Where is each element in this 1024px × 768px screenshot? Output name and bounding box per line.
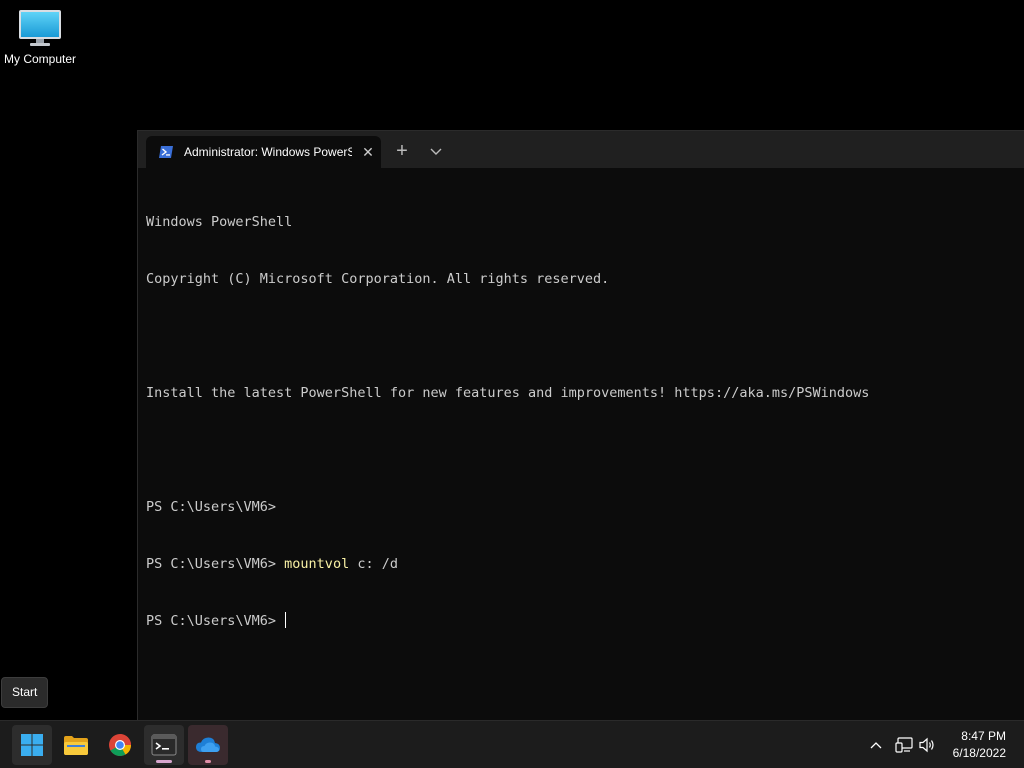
desktop-icon-my-computer[interactable]: My Computer	[0, 8, 80, 66]
terminal-window[interactable]: Administrator: Windows PowerShell ✕ + Wi…	[137, 130, 1024, 720]
tray-network-button[interactable]	[892, 721, 916, 768]
taskbar-chrome[interactable]	[100, 725, 140, 765]
cloud-icon	[196, 737, 220, 752]
tab-powershell[interactable]: Administrator: Windows PowerShell ✕	[146, 136, 381, 168]
chevron-down-icon	[430, 148, 442, 155]
console-input-line[interactable]: PS C:\Users\VM6>	[146, 612, 1016, 631]
tab-dropdown-button[interactable]	[424, 140, 448, 164]
active-indicator	[156, 760, 172, 763]
running-indicator	[205, 760, 211, 763]
new-tab-button[interactable]: +	[390, 140, 414, 164]
desktop: My Computer Administrator: Windows Power…	[0, 0, 1024, 768]
start-tooltip: Start	[1, 677, 49, 708]
taskbar: 8:47 PM 6/18/2022	[0, 720, 1024, 768]
text-cursor	[285, 612, 287, 628]
chrome-icon	[109, 734, 131, 756]
volume-icon	[919, 737, 934, 753]
console-line: Copyright (C) Microsoft Corporation. All…	[146, 271, 610, 287]
prompt: PS C:\Users\VM6>	[146, 613, 285, 629]
tray-overflow-button[interactable]	[864, 721, 888, 768]
clock-date: 6/18/2022	[952, 746, 1006, 760]
command-name: mountvol	[284, 556, 350, 572]
network-icon	[895, 737, 913, 753]
console-output[interactable]: Windows PowerShell Copyright (C) Microso…	[146, 175, 1016, 712]
close-icon[interactable]: ✕	[358, 144, 378, 161]
chevron-up-icon	[870, 742, 882, 749]
folder-icon	[64, 736, 88, 755]
start-button[interactable]	[12, 725, 52, 765]
powershell-icon	[159, 146, 173, 158]
tray-volume-button[interactable]	[916, 721, 940, 768]
console-line: Windows PowerShell	[146, 214, 293, 230]
taskbar-onedrive[interactable]	[188, 725, 228, 765]
console-line: Install the latest PowerShell for new fe…	[146, 385, 870, 401]
taskbar-file-explorer[interactable]	[56, 725, 96, 765]
monitor-icon	[19, 10, 61, 46]
clock-time: 8:47 PM	[961, 729, 1006, 743]
clock[interactable]: 8:47 PM 6/18/2022	[953, 728, 1006, 762]
taskbar-terminal[interactable]	[144, 725, 184, 765]
desktop-icon-label: My Computer	[3, 52, 77, 66]
console-line: PS C:\Users\VM6>	[146, 499, 277, 515]
tab-bar: Administrator: Windows PowerShell ✕ +	[138, 131, 1024, 168]
prompt: PS C:\Users\VM6>	[146, 556, 285, 572]
terminal-icon	[151, 734, 177, 756]
tab-title: Administrator: Windows PowerShell	[184, 145, 352, 159]
console-command-line: PS C:\Users\VM6> mountvol c: /d	[146, 555, 1016, 574]
windows-logo-icon	[21, 734, 43, 756]
command-args: c: /d	[349, 556, 398, 572]
